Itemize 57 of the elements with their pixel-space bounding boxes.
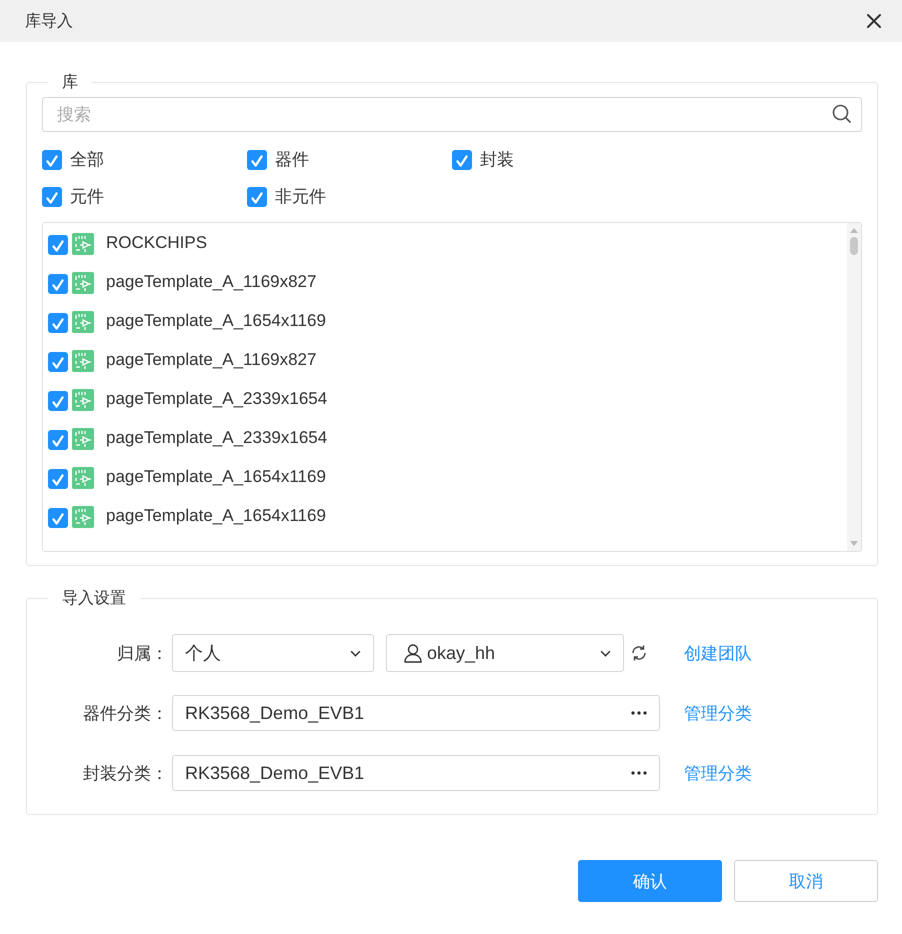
chevron-down-icon [600,650,611,656]
panel-legend: 库 [48,72,92,93]
circuit-icon [72,311,94,333]
field-label: 器件分类： [82,702,169,724]
more-icon[interactable] [631,771,647,775]
library-name[interactable]: pageTemplate_A_1654x1169 [106,311,326,331]
search-icon [832,104,852,124]
category-field[interactable]: RK3568_Demo_EVB1 [172,695,660,731]
checkbox[interactable] [48,352,68,372]
field-label: 归属： [116,642,169,664]
scrollbar[interactable] [847,223,861,551]
panel-legend: 导入设置 [48,588,140,609]
circuit-icon [72,272,94,294]
checkbox[interactable] [452,150,472,170]
circuit-icon [72,389,94,411]
scroll-up-icon[interactable] [849,227,859,233]
user-icon [403,643,423,663]
filter-label[interactable]: 全部 [70,148,104,171]
window-title: 库导入 [25,12,73,32]
search-field[interactable]: 搜索 [42,97,862,132]
scroll-down-icon[interactable] [849,541,859,547]
filter-label[interactable]: 器件 [275,148,309,171]
owner-select[interactable]: 个人 [172,634,374,672]
library-name[interactable]: pageTemplate_A_1169x827 [106,350,316,370]
user-select[interactable]: okay_hh [386,634,624,672]
circuit-icon [72,350,94,372]
library-name[interactable]: ROCKCHIPS [106,233,208,253]
refresh-icon[interactable] [630,644,648,662]
filter-label[interactable]: 元件 [70,185,104,208]
category-field[interactable]: RK3568_Demo_EVB1 [172,755,660,791]
close-icon[interactable] [866,13,882,29]
checkbox[interactable] [48,391,68,411]
more-icon[interactable] [631,711,647,715]
checkbox[interactable] [48,469,68,489]
checkbox[interactable] [48,508,68,528]
checkbox[interactable] [48,274,68,294]
filter-label[interactable]: 封装 [480,148,514,171]
circuit-icon [72,428,94,450]
scroll-thumb[interactable] [850,237,858,255]
library-name[interactable]: pageTemplate_A_1169x827 [106,272,316,292]
checkbox[interactable] [247,150,267,170]
checkbox[interactable] [42,150,62,170]
library-name[interactable]: pageTemplate_A_2339x1654 [106,428,328,448]
circuit-icon [72,233,94,255]
circuit-icon [72,506,94,528]
chevron-down-icon [350,650,361,656]
checkbox[interactable] [42,186,62,206]
library-name[interactable]: pageTemplate_A_1654x1169 [106,467,326,487]
checkbox[interactable] [247,186,267,206]
checkbox[interactable] [48,430,68,450]
filter-label[interactable]: 非元件 [275,185,326,208]
checkbox[interactable] [48,313,68,333]
library-name[interactable]: pageTemplate_A_1654x1169 [106,506,326,526]
field-label: 封装分类： [82,762,169,784]
circuit-icon [72,467,94,489]
checkbox[interactable] [48,235,68,255]
library-name[interactable]: pageTemplate_A_2339x1654 [106,389,328,409]
